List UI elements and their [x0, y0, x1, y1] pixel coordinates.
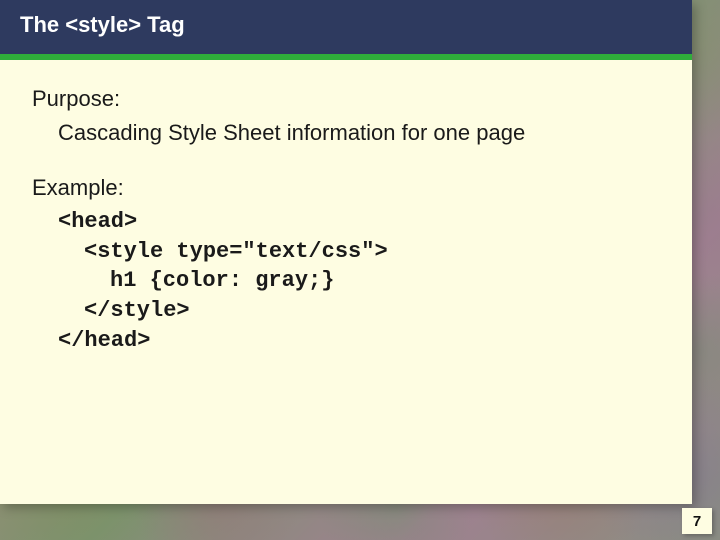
- code-line-1: <head>: [32, 207, 660, 237]
- slide-body: The <style> Tag Purpose: Cascading Style…: [0, 0, 692, 504]
- code-line-2: <style type="text/css">: [32, 237, 660, 267]
- code-line-4: </style>: [32, 296, 660, 326]
- slide-content: Purpose: Cascading Style Sheet informati…: [0, 60, 692, 376]
- code-line-5: </head>: [32, 326, 660, 356]
- code-line-3: h1 {color: gray;}: [32, 266, 660, 296]
- example-label: Example:: [32, 173, 660, 203]
- purpose-label: Purpose:: [32, 84, 660, 114]
- page-number: 7: [682, 508, 712, 534]
- slide-title: The <style> Tag: [0, 0, 692, 60]
- purpose-text: Cascading Style Sheet information for on…: [32, 118, 660, 148]
